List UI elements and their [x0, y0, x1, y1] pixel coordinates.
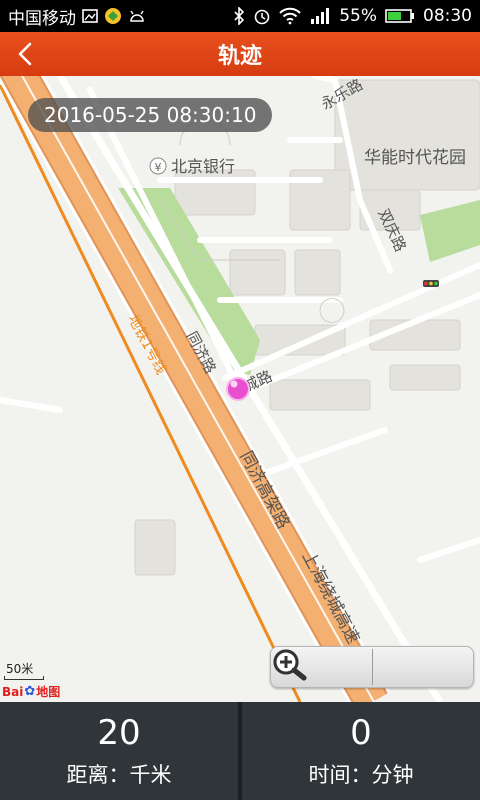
app-icon [104, 7, 122, 25]
map-canvas: 永乐路 华能时代花园 双庆路 ¥ 北京银行 同济路 城路 同济高架路 上海绕城高… [0, 76, 480, 702]
distance-stat: 20 距离：千米 [0, 702, 238, 800]
bank-icon: ¥ [149, 157, 167, 175]
alarm-icon [253, 7, 271, 25]
bluetooth-icon [233, 7, 245, 25]
distance-value: 20 [97, 713, 141, 753]
chevron-left-icon [18, 42, 32, 66]
svg-text:¥: ¥ [155, 161, 162, 174]
carrier-name: 中国移动 [8, 8, 76, 29]
title-bar: 轨迹 [0, 32, 480, 76]
duration-value: 0 [350, 713, 372, 753]
zoom-in-button[interactable] [273, 647, 474, 687]
scale-bar [4, 676, 44, 680]
battery-icon [385, 8, 415, 24]
zoom-control [270, 646, 474, 688]
wifi-icon [279, 7, 301, 25]
duration-stat: 0 时间：分钟 [242, 702, 480, 800]
zoom-in-icon [273, 649, 307, 681]
status-bar: 中国移动 55% 08:30 [0, 0, 480, 32]
duration-label: 时间：分钟 [308, 763, 414, 787]
location-marker[interactable] [226, 377, 250, 401]
image-icon [82, 8, 98, 24]
stats-panel: 20 距离：千米 0 时间：分钟 [0, 702, 480, 800]
signal-icon [309, 7, 331, 25]
label-poi-bank: 北京银行 [171, 157, 235, 176]
baidu-logo: Bai ✿ 地图 [2, 684, 61, 699]
map-view[interactable]: 永乐路 华能时代花园 双庆路 ¥ 北京银行 同济路 城路 同济高架路 上海绕城高… [0, 76, 480, 702]
back-button[interactable] [10, 38, 40, 70]
timestamp-badge: 2016-05-25 08:30:10 [28, 98, 273, 132]
scale-label: 50米 [6, 662, 34, 676]
battery-percent: 55% [339, 6, 377, 26]
label-poi-hueneng: 华能时代花园 [364, 148, 466, 168]
page-title: 轨迹 [217, 44, 262, 69]
distance-label: 距离：千米 [66, 763, 172, 787]
android-icon [128, 8, 146, 24]
paw-icon: ✿ [24, 684, 36, 699]
clock-time: 08:30 [423, 6, 472, 26]
